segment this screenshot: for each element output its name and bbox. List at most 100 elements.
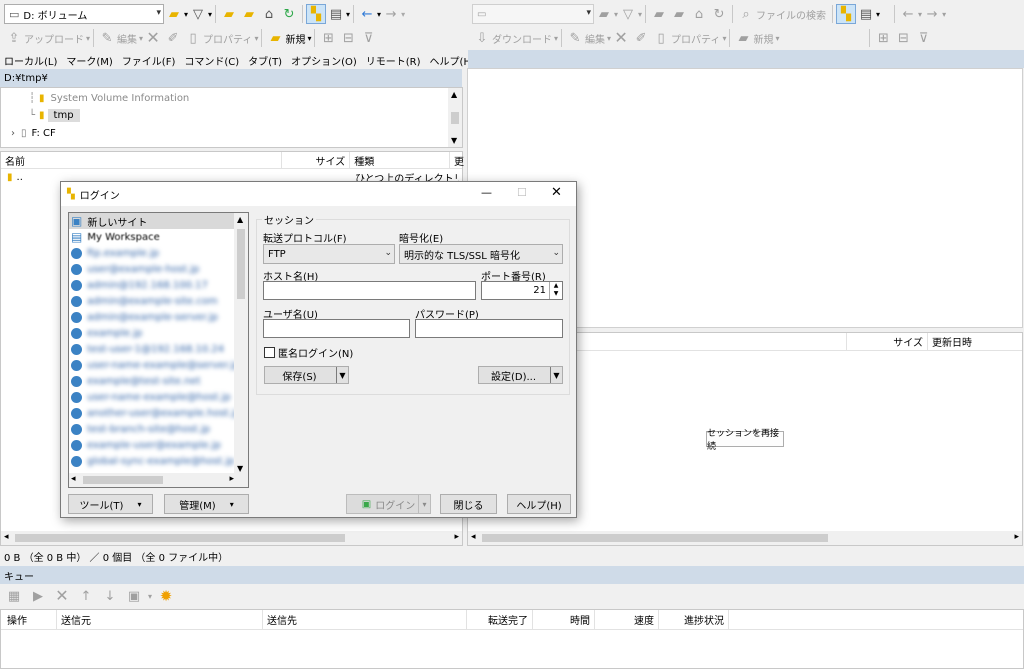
remote-path-select[interactable]: ▭ ▾ <box>472 4 594 24</box>
home-icon[interactable]: ⌂ <box>689 4 709 24</box>
parent-folder-icon[interactable]: ▰ <box>649 4 669 24</box>
col-destination[interactable]: 送信先 <box>263 610 467 629</box>
drive-select[interactable]: ▭ D: ボリューム ▾ <box>4 4 164 24</box>
col-type[interactable]: 種類 <box>350 152 450 168</box>
home-icon[interactable]: ⌂ <box>259 4 279 24</box>
properties-button[interactable]: プロパティ <box>671 31 720 46</box>
col-modified[interactable]: 更 <box>450 152 464 168</box>
col-size[interactable]: サイズ <box>846 333 928 350</box>
delete-icon[interactable]: ✕ <box>52 586 72 606</box>
menu-item[interactable]: マーク(M) <box>66 53 112 68</box>
edit-button[interactable]: 編集 <box>117 31 137 46</box>
delete-icon[interactable]: ✕ <box>611 28 631 48</box>
search-button[interactable]: ファイルの検索 <box>756 7 826 22</box>
password-input[interactable] <box>415 319 563 338</box>
anonymous-checkbox[interactable] <box>264 347 275 358</box>
col-time[interactable]: 時間 <box>533 610 595 629</box>
rename-icon[interactable]: ✐ <box>631 28 651 48</box>
site-list-item[interactable]: example@test-site.net <box>69 373 236 389</box>
site-list-item[interactable]: ftp.example.jp <box>69 245 236 261</box>
forward-icon[interactable]: → <box>381 4 401 24</box>
login-button[interactable]: ▣ ログイン ▾ <box>346 494 431 514</box>
move-up-icon[interactable]: ↑ <box>76 586 96 606</box>
collapse-icon[interactable]: ⊟ <box>893 28 913 48</box>
menu-item[interactable]: オプション(O) <box>291 53 357 68</box>
tree-view-icon[interactable]: ▚ <box>836 4 857 24</box>
user-input[interactable] <box>263 319 410 338</box>
delete-icon[interactable]: ✕ <box>143 28 163 48</box>
site-list-item[interactable]: admin@example-site.com <box>69 293 236 309</box>
settings-dropdown-icon[interactable]: ▼ <box>550 367 562 383</box>
refresh-icon[interactable]: ↻ <box>709 4 729 24</box>
download-button[interactable]: ダウンロード <box>492 31 552 46</box>
site-list-item[interactable]: user-name-example@server.jp <box>69 357 240 373</box>
remote-list-hscroll[interactable]: ◂ ▸ <box>468 531 1022 545</box>
col-source[interactable]: 送信元 <box>57 610 263 629</box>
filter-icon[interactable]: ▽ <box>618 4 638 24</box>
login-dropdown-icon[interactable]: ▾ <box>418 495 430 513</box>
site-list-item[interactable]: global-sync-example@host.jp <box>69 453 236 469</box>
move-down-icon[interactable]: ↓ <box>100 586 120 606</box>
edit-button[interactable]: 編集 <box>585 31 605 46</box>
queue-icon[interactable]: ▦ <box>4 586 24 606</box>
protocol-select[interactable]: FTP ⌄ <box>263 244 395 264</box>
list-view-icon[interactable]: ▤ <box>326 4 346 24</box>
col-speed[interactable]: 速度 <box>595 610 659 629</box>
col-name[interactable]: 名前 <box>1 152 283 168</box>
expand-arrow-icon[interactable]: › <box>11 128 15 139</box>
refresh-icon[interactable]: ↻ <box>279 4 299 24</box>
manage-button[interactable]: 管理(M) ▾ <box>164 494 249 514</box>
site-list-item[interactable]: ▤ My Workspace <box>69 229 236 245</box>
save-button[interactable]: 保存(S) ▼ <box>264 366 349 384</box>
site-list-item[interactable]: example.jp <box>69 325 236 341</box>
site-list-item[interactable]: user@example-host.jp <box>69 261 236 277</box>
rename-icon[interactable]: ✐ <box>163 28 183 48</box>
tools-button[interactable]: ツール(T) ▾ <box>68 494 153 514</box>
play-icon[interactable]: ▶ <box>28 586 48 606</box>
host-input[interactable] <box>263 281 476 300</box>
root-folder-icon[interactable]: ▰ <box>239 4 259 24</box>
site-list-item[interactable]: example-user@example.jp <box>69 437 236 453</box>
list-view-icon[interactable]: ▤ <box>856 4 876 24</box>
site-list-scrollbar[interactable]: ▲ ▼ <box>234 213 248 487</box>
local-list-hscroll[interactable]: ◂ ▸ <box>1 531 462 545</box>
filter-icon[interactable]: ▽ <box>188 4 208 24</box>
new-button[interactable]: 新規 <box>753 31 773 46</box>
menu-item[interactable]: ローカル(L) <box>4 53 57 68</box>
help-button[interactable]: ヘルプ(H) <box>507 494 571 514</box>
tree-view-icon[interactable]: ▚ <box>306 4 327 24</box>
save-dropdown-icon[interactable]: ▼ <box>336 367 348 383</box>
filter-small-icon[interactable]: ⊽ <box>358 28 378 48</box>
menu-item[interactable]: タブ(T) <box>248 53 282 68</box>
parent-folder-icon[interactable]: ▰ <box>219 4 239 24</box>
preferences-icon[interactable]: ▣ <box>124 586 144 606</box>
upload-button[interactable]: アップロード <box>24 31 84 46</box>
expand-icon[interactable]: ⊞ <box>318 28 338 48</box>
col-transferred[interactable]: 転送完了 <box>467 610 533 629</box>
col-modified[interactable]: 更新日時 <box>928 333 1022 350</box>
tree-scrollbar[interactable]: ▲ ▼ <box>448 88 462 147</box>
filter-small-icon[interactable]: ⊽ <box>913 28 933 48</box>
root-folder-icon[interactable]: ▰ <box>669 4 689 24</box>
open-folder-icon[interactable]: ▰ <box>164 4 184 24</box>
properties-button[interactable]: プロパティ <box>203 31 252 46</box>
reconnect-button[interactable]: セッションを再接続 <box>706 429 784 452</box>
new-button[interactable]: 新規 <box>285 31 305 46</box>
close-button[interactable]: 閉じる <box>440 494 497 514</box>
maximize-icon[interactable]: ☐ <box>517 186 527 199</box>
expand-icon[interactable]: ⊞ <box>873 28 893 48</box>
port-input[interactable]: 21 ▲ ▼ <box>481 281 563 300</box>
back-icon[interactable]: ← <box>898 4 918 24</box>
open-folder-icon[interactable]: ▰ <box>594 4 614 24</box>
collapse-icon[interactable]: ⊟ <box>338 28 358 48</box>
site-list-item[interactable]: ▣ 新しいサイト <box>69 213 236 229</box>
site-list-item[interactable]: test-user-1@192.168.10.24 <box>69 341 236 357</box>
site-list-item[interactable]: test-branch-site@host.jp <box>69 421 236 437</box>
site-list-item[interactable]: user-name-example@host.jp <box>69 389 236 405</box>
close-icon[interactable]: ✕ <box>551 185 562 200</box>
port-spinner[interactable]: ▲ ▼ <box>549 282 562 299</box>
settings-button[interactable]: 設定(D)... ▼ <box>478 366 563 384</box>
back-icon[interactable]: ← <box>357 4 377 24</box>
forward-icon[interactable]: → <box>922 4 942 24</box>
encryption-select[interactable]: 明示的な TLS/SSL 暗号化 ⌄ <box>399 244 563 264</box>
